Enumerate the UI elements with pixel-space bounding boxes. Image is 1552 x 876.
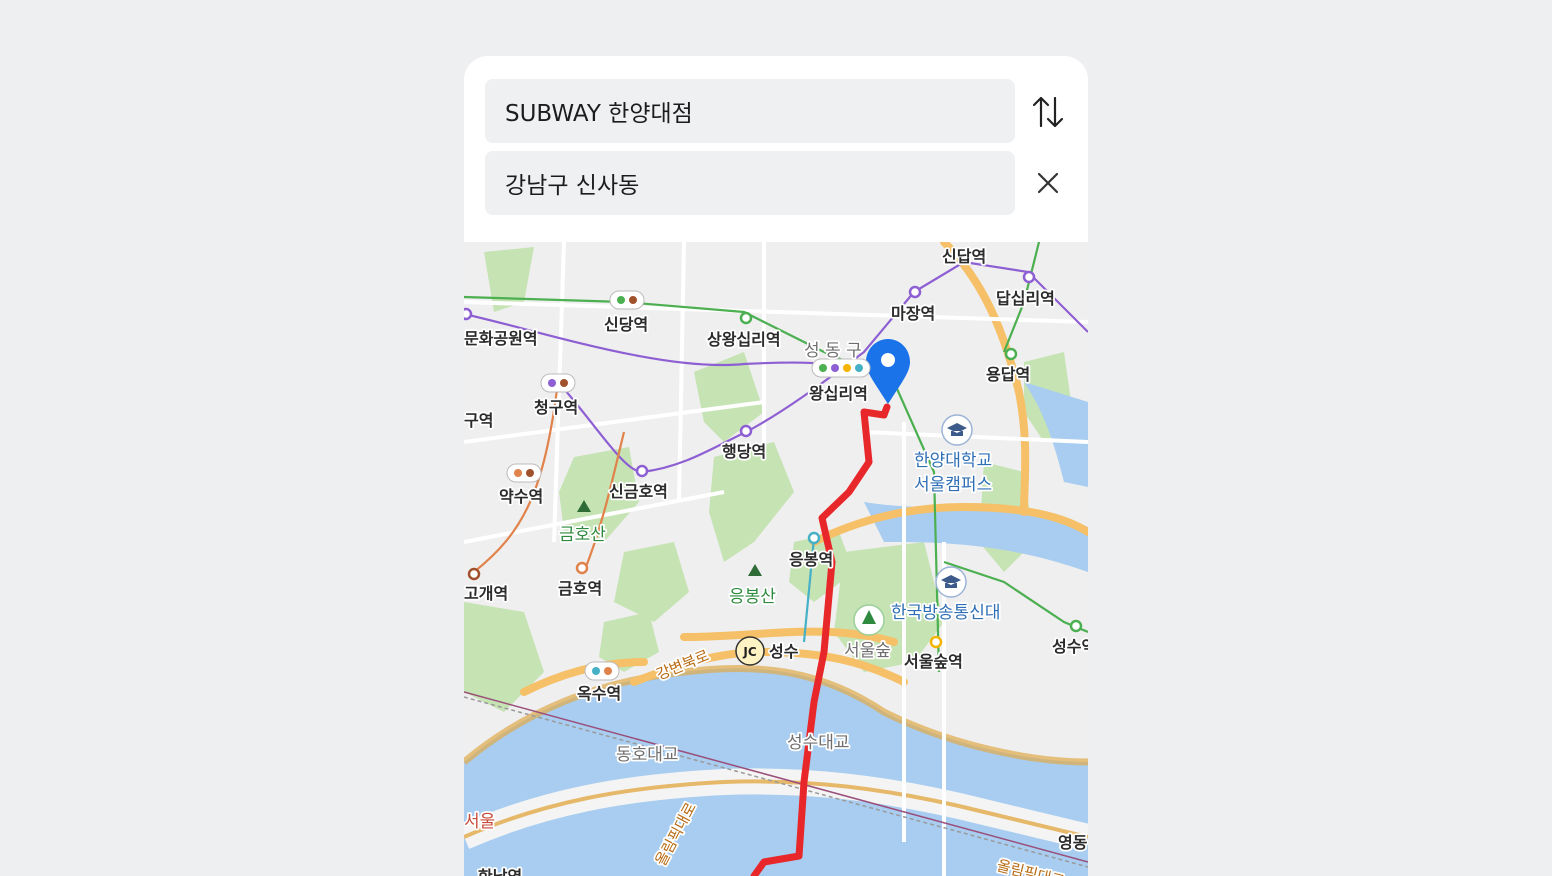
label-gu-station: 구역 [464, 411, 493, 430]
label-wangsimni: 왕십리역 [809, 384, 868, 403]
search-panel: SUBWAY 한양대점 강남구 신사동 [464, 56, 1088, 242]
route-map[interactable]: JC 신답역 답십리역 마장역 용답역 신당역 상왕십리역 성 동 구 왕십리역… [464, 242, 1088, 876]
label-dongho-bridge: 동호대교 [616, 745, 679, 765]
label-eungbong: 응봉역 [789, 550, 833, 569]
graduation-cap-icon [935, 566, 967, 598]
directions-card: SUBWAY 한양대점 강남구 신사동 JC 신답역 답십리역 마장역 용답역 … [464, 56, 1088, 876]
graduation-cap-icon [941, 414, 973, 446]
label-seongsu-station: 성수역 [1052, 637, 1088, 656]
origin-input[interactable]: SUBWAY 한양대점 [485, 79, 1015, 143]
tree-icon [853, 604, 885, 636]
label-seoul: 서울 [464, 812, 495, 832]
label-district: 성 동 구 [804, 341, 862, 361]
label-majang: 마장역 [891, 304, 935, 323]
label-singeumho: 신금호역 [609, 482, 668, 501]
junction-badge: JC [735, 636, 765, 666]
label-yeongdong: 영동 [1058, 833, 1088, 852]
label-cheonggu: 청구역 [534, 398, 578, 417]
label-hanyang-univ: 한양대학교 [914, 451, 992, 471]
label-munhwa-park: 문화공원역 [464, 329, 538, 348]
label-geumhosan: 금호산 [559, 525, 606, 545]
label-eungbongsan: 응봉산 [729, 587, 776, 607]
label-geumho: 금호역 [558, 579, 602, 598]
destination-value: 강남구 신사동 [505, 173, 640, 199]
label-yaksu: 약수역 [499, 487, 543, 506]
close-icon [1037, 172, 1059, 194]
label-knou: 한국방송통신대 [891, 603, 1000, 623]
jc-badge-label: JC [742, 645, 756, 659]
label-sindap: 신답역 [942, 247, 986, 266]
label-seongsu-bridge: 성수대교 [787, 733, 850, 753]
label-yongdap: 용답역 [986, 365, 1030, 384]
label-seoul-forest: 서울숲 [844, 641, 891, 661]
swap-vertical-arrows-icon [1032, 96, 1064, 128]
label-hanyang-campus: 서울캠퍼스 [914, 475, 992, 495]
label-haengdang: 행당역 [722, 442, 766, 461]
label-oksu: 옥수역 [577, 684, 621, 703]
clear-button[interactable] [1028, 163, 1068, 203]
label-sindang: 신당역 [604, 315, 648, 334]
label-seoul-forest-station: 서울숲역 [904, 652, 963, 671]
label-jc-seongsu: 성수 [769, 642, 799, 661]
map-canvas: JC 신답역 답십리역 마장역 용답역 신당역 상왕십리역 성 동 구 왕십리역… [464, 242, 1088, 876]
origin-value: SUBWAY 한양대점 [505, 101, 693, 127]
label-dapsimni: 답십리역 [996, 289, 1055, 308]
label-goegae: 고개역 [464, 584, 508, 603]
label-hannam: 한남역 [478, 867, 522, 876]
swap-button[interactable] [1028, 92, 1068, 132]
label-sangwangsimni: 상왕십리역 [707, 330, 781, 349]
destination-input[interactable]: 강남구 신사동 [485, 151, 1015, 215]
